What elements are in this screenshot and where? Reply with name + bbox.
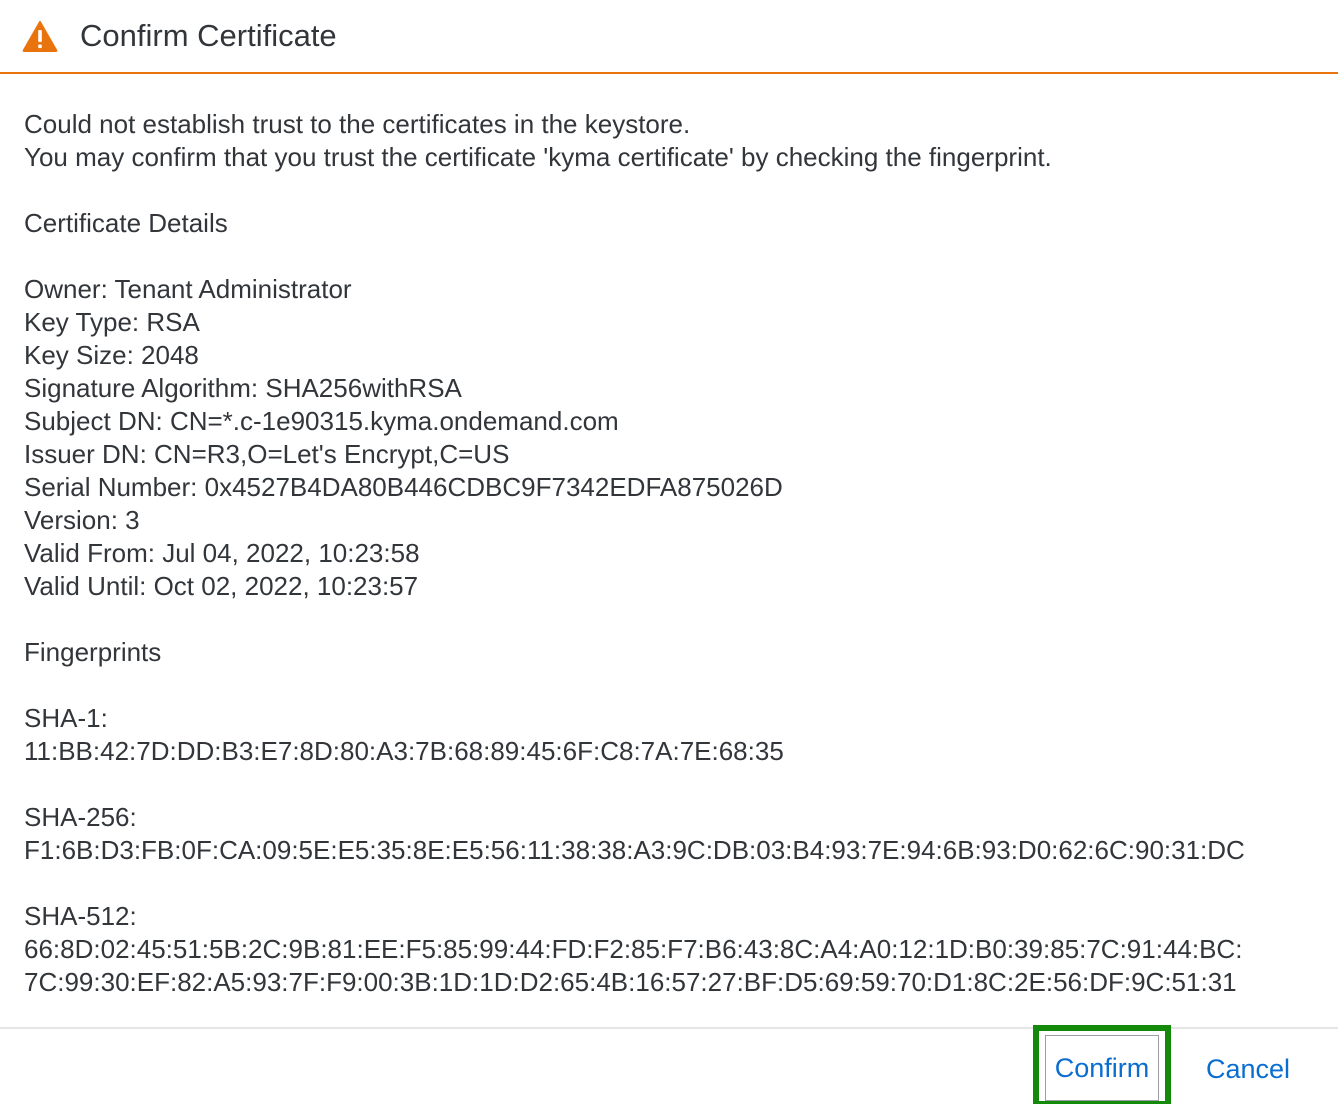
cancel-button[interactable]: Cancel (1196, 1052, 1300, 1086)
fingerprints-heading: Fingerprints (24, 637, 162, 667)
sha1-label: SHA-1: (24, 703, 108, 733)
confirm-button-label: Confirm (1054, 1053, 1150, 1083)
sha1-value: 11:BB:42:7D:DD:B3:E7:8D:80:A3:7B:68:89:4… (24, 736, 784, 766)
confirm-certificate-dialog: Confirm Certificate Could not establish … (0, 0, 1338, 1104)
sha256-label: SHA-256: (24, 802, 137, 832)
detail-signature-algorithm: Signature Algorithm: SHA256withRSA (24, 373, 462, 403)
detail-key-type: Key Type: RSA (24, 307, 200, 337)
sha512-label: SHA-512: (24, 901, 137, 931)
detail-valid-from: Valid From: Jul 04, 2022, 10:23:58 (24, 538, 420, 568)
dialog-title: Confirm Certificate (80, 18, 337, 53)
confirm-button[interactable]: Confirm (1033, 1025, 1171, 1104)
dialog-header: Confirm Certificate (0, 0, 1338, 74)
warning-icon (22, 20, 58, 52)
sha512-value-line-2: 7C:99:30:EF:82:A5:93:7F:F9:00:3B:1D:1D:D… (24, 967, 1237, 997)
message-line-2: You may confirm that you trust the certi… (24, 142, 1052, 172)
detail-serial-number: Serial Number: 0x4527B4DA80B446CDBC9F734… (24, 472, 783, 502)
certificate-details-heading: Certificate Details (24, 208, 228, 238)
detail-key-size: Key Size: 2048 (24, 340, 199, 370)
detail-subject-dn: Subject DN: CN=*.c-1e90315.kyma.ondemand… (24, 406, 619, 436)
detail-issuer-dn: Issuer DN: CN=R3,O=Let's Encrypt,C=US (24, 439, 510, 469)
sha256-value: F1:6B:D3:FB:0F:CA:09:5E:E5:35:8E:E5:56:1… (24, 835, 1245, 865)
dialog-content: Could not establish trust to the certifi… (24, 108, 1324, 999)
sha512-value-line-1: 66:8D:02:45:51:5B:2C:9B:81:EE:F5:85:99:4… (24, 934, 1243, 964)
dialog-footer: Confirm Cancel (0, 1025, 1338, 1104)
message-line-1: Could not establish trust to the certifi… (24, 109, 691, 139)
detail-version: Version: 3 (24, 505, 140, 535)
detail-valid-until: Valid Until: Oct 02, 2022, 10:23:57 (24, 571, 419, 601)
detail-owner: Owner: Tenant Administrator (24, 274, 352, 304)
